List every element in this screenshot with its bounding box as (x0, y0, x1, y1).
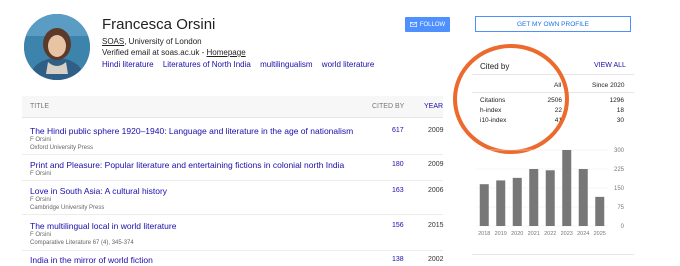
citations-chart-svg: 300 225 150 75 0 2018 2019 2020 2021 2022 2023 2024… (476, 148, 625, 237)
table-row: The multilingual local in world literatu… (22, 221, 444, 253)
metric-since-value: 18 (616, 107, 624, 114)
chart-bar-2018[interactable] (479, 184, 489, 226)
cited-by-title: Cited by (480, 62, 510, 71)
article-venue: Cambridge University Press (30, 205, 105, 211)
mail-icon (409, 22, 417, 27)
panel-divider (472, 74, 634, 75)
y-tick-label: 300 (614, 148, 625, 154)
get-my-own-profile-button[interactable]: GET MY OWN PROFILE (475, 16, 631, 32)
column-all-header: All (554, 82, 562, 89)
cited-by-count-link[interactable]: 138 (392, 256, 404, 263)
article-authors: F Orsini (30, 232, 51, 238)
articles-table-header: TITLE CITED BY YEAR (22, 96, 443, 118)
y-tick-label: 150 (614, 186, 625, 192)
verified-email-text: Verified email at soas.ac.uk - (102, 48, 207, 57)
article-year: 2015 (428, 222, 444, 229)
chart-bar-2024[interactable] (578, 169, 588, 226)
chart-bar-2020[interactable] (512, 177, 522, 226)
metric-all-value: 41 (554, 117, 562, 124)
chart-bar-2019[interactable] (496, 180, 506, 226)
research-topics: Hindi literature Literatures of North In… (102, 60, 381, 69)
article-title-link[interactable]: Print and Pleasure: Popular literature a… (30, 160, 344, 170)
metric-label[interactable]: i10-index (480, 117, 506, 124)
x-tick-label: 2023 (561, 231, 573, 237)
x-tick-label: 2022 (544, 231, 556, 237)
row-divider (22, 154, 443, 155)
article-authors: F Orsini (30, 171, 51, 177)
metric-label[interactable]: Citations (480, 97, 505, 104)
view-all-link[interactable]: VIEW ALL (594, 62, 626, 69)
article-authors: F Orsini (30, 197, 51, 203)
panel-divider (472, 92, 634, 93)
metric-since-value: 1296 (609, 97, 624, 104)
affiliation-rest: , University of London (124, 37, 202, 46)
affiliation: SOAS, University of London (102, 37, 202, 46)
article-authors: F Orsini (30, 137, 51, 143)
chart-bar-2025[interactable] (595, 196, 605, 226)
row-divider (22, 250, 443, 251)
article-venue: Oxford University Press (30, 145, 94, 151)
x-tick-label: 2020 (511, 231, 523, 237)
metric-all-value: 22 (554, 107, 562, 114)
topic-link[interactable]: world literature (322, 60, 374, 69)
x-tick-label: 2021 (528, 231, 540, 237)
article-year: 2002 (428, 256, 444, 263)
row-divider (22, 180, 443, 181)
metric-row-citations: Citations 2506 1296 (472, 97, 634, 107)
topic-link[interactable]: multilingualism (260, 60, 312, 69)
x-tick-label: 2018 (478, 231, 490, 237)
cited-by-count-link[interactable]: 156 (392, 222, 404, 229)
metric-all-value: 2506 (547, 97, 562, 104)
profile-header: Francesca Orsini SOAS, University of Lon… (24, 14, 464, 84)
chart-bar-2023[interactable] (562, 150, 572, 226)
topic-link[interactable]: Literatures of North India (163, 60, 251, 69)
chart-bar-2021[interactable] (529, 169, 539, 226)
topic-link[interactable]: Hindi literature (102, 60, 154, 69)
citations-per-year-chart: 300 225 150 75 0 2018 2019 2020 2021 2022 2023 2024… (470, 138, 640, 240)
metric-row-i10-index: i10-index 41 30 (472, 117, 634, 127)
profile-photo (24, 14, 90, 80)
x-tick-label: 2019 (495, 231, 507, 237)
metric-label[interactable]: h-index (480, 107, 501, 114)
article-year: 2009 (428, 127, 444, 134)
coauthors-panel-edge (472, 254, 634, 266)
column-since-header: Since 2020 (592, 82, 625, 89)
column-year-header[interactable]: YEAR (424, 103, 443, 110)
chart-bar-2022[interactable] (545, 170, 555, 226)
metric-row-h-index: h-index 22 18 (472, 107, 634, 117)
article-year: 2006 (428, 187, 444, 194)
profile-name: Francesca Orsini (102, 16, 216, 33)
y-tick-label: 75 (617, 205, 624, 211)
x-tick-label: 2025 (594, 231, 606, 237)
article-title-link[interactable]: The multilingual local in world literatu… (30, 221, 176, 231)
follow-button[interactable]: FOLLOW (405, 17, 450, 32)
follow-label: FOLLOW (419, 21, 446, 28)
affiliation-link[interactable]: SOAS (102, 37, 124, 46)
y-tick-label: 0 (621, 224, 625, 230)
verified-email: Verified email at soas.ac.uk - Homepage (102, 48, 246, 57)
article-title-link[interactable]: The Hindi public sphere 1920–1940: Langu… (30, 126, 353, 136)
x-tick-label: 2024 (577, 231, 589, 237)
y-tick-label: 225 (614, 167, 625, 173)
article-title-link[interactable]: Love in South Asia: A cultural history (30, 186, 167, 196)
article-title-link[interactable]: India in the mirror of world fiction (30, 255, 153, 265)
metric-since-value: 30 (616, 117, 624, 124)
cited-by-count-link[interactable]: 163 (392, 187, 404, 194)
homepage-link[interactable]: Homepage (207, 48, 246, 57)
table-row: India in the mirror of world fiction 138… (22, 255, 444, 266)
cited-by-count-link[interactable]: 180 (392, 161, 404, 168)
cited-by-count-link[interactable]: 617 (392, 127, 404, 134)
article-year: 2009 (428, 161, 444, 168)
column-cited-by-header[interactable]: CITED BY (372, 103, 404, 110)
row-divider (22, 214, 443, 215)
article-venue: Comparative Literature 67 (4), 345-374 (30, 240, 134, 246)
column-title-header[interactable]: TITLE (30, 103, 49, 110)
